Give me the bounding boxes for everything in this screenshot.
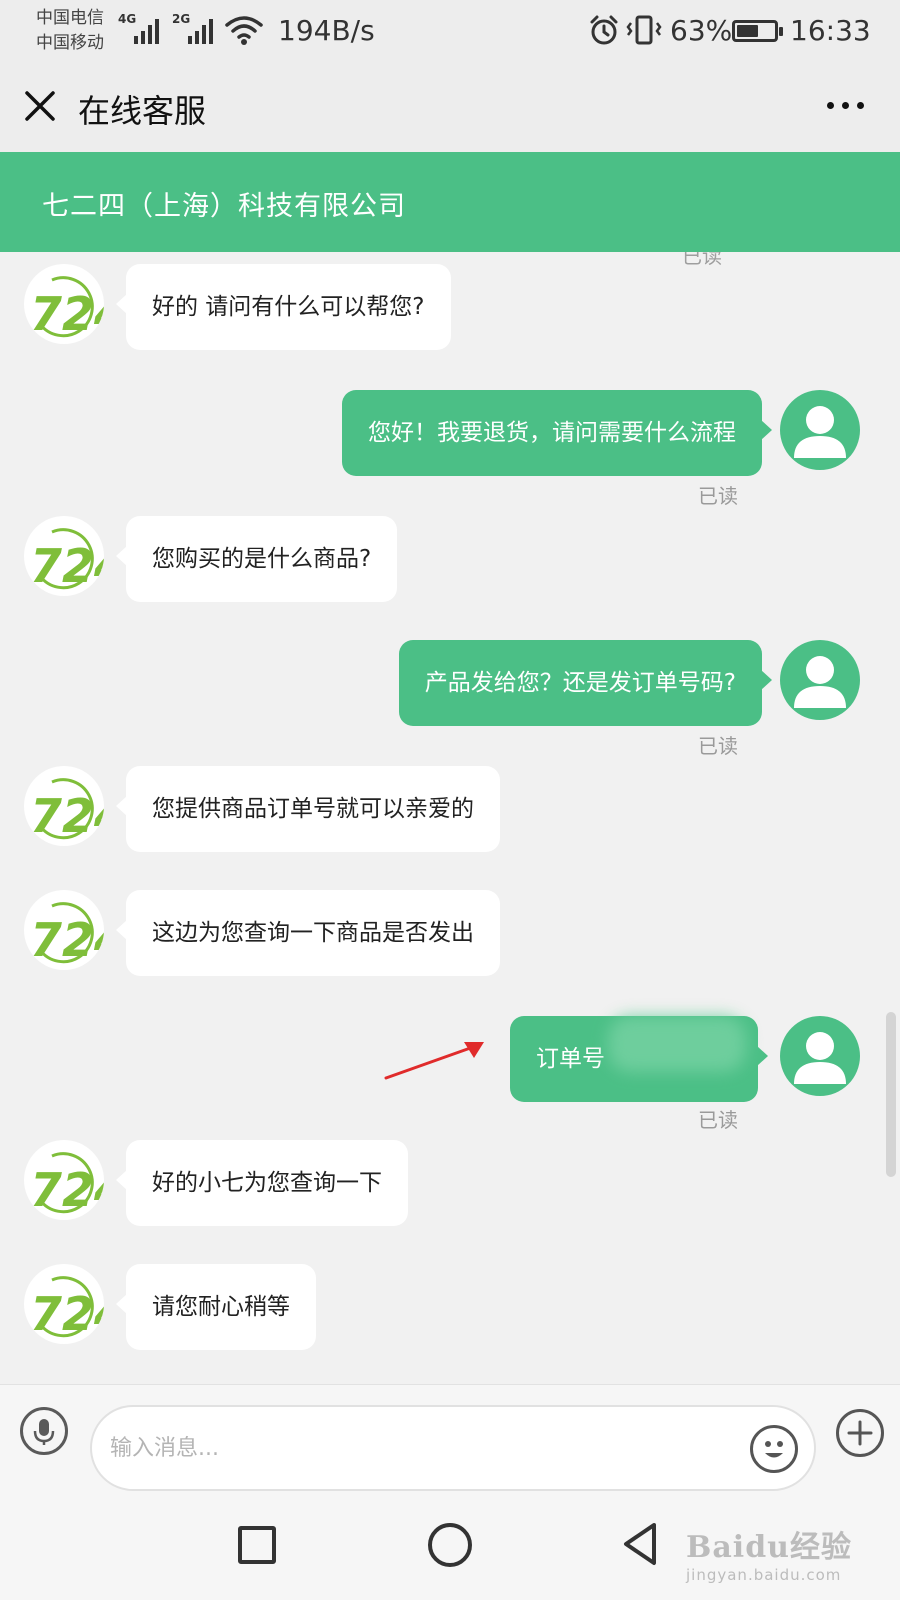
chat-message-outgoing: 您好！我要退货，请问需要什么流程 [342, 390, 772, 476]
plus-button[interactable] [836, 1409, 884, 1457]
watermark-url: jingyan.baidu.com [686, 1566, 842, 1584]
user-avatar-icon [794, 406, 846, 458]
back-icon[interactable] [620, 1520, 660, 1568]
chat-message-outgoing: 产品发给您？还是发订单号码? [398, 640, 773, 726]
alarm-icon [590, 15, 618, 45]
svg-text:724: 724 [30, 789, 104, 843]
svg-text:724: 724 [30, 1287, 104, 1341]
home-icon[interactable] [428, 1523, 472, 1567]
network-speed: 194B/s [278, 14, 375, 47]
bot-avatar[interactable]: 724 [24, 1264, 104, 1344]
user-avatar-icon [794, 1032, 846, 1084]
chat-message-incoming: 请您耐心稍等 [116, 1264, 316, 1350]
signal-icon [134, 18, 159, 44]
wifi-icon [225, 16, 263, 45]
annotation-arrow-icon [384, 1042, 484, 1080]
company-logo-icon: 724 [26, 1266, 104, 1342]
vibrate-icon [626, 15, 662, 45]
chat-message-incoming: 好的小七为您查询一下 [116, 1140, 408, 1226]
battery-fill [737, 25, 758, 37]
company-logo-icon: 724 [26, 768, 104, 844]
scrollbar[interactable] [886, 1012, 896, 1177]
message-input-box[interactable] [90, 1405, 816, 1491]
company-logo-icon: 724 [26, 518, 104, 594]
clock: 16:33 [790, 14, 871, 47]
watermark: Baidu经验 jingyan.baidu.com [686, 1522, 852, 1584]
user-avatar[interactable] [780, 640, 860, 720]
input-bar [0, 1384, 900, 1492]
redaction-blur [608, 1016, 746, 1072]
microphone-icon [33, 1419, 55, 1445]
emoji-button[interactable] [750, 1425, 798, 1473]
company-name: 七二四（上海）科技有限公司 [42, 191, 406, 222]
bot-avatar[interactable]: 724 [24, 1140, 104, 1220]
page-title: 在线客服 [78, 92, 207, 130]
read-status-partial: 已读 [682, 252, 722, 268]
chat-message-incoming: 好的 请问有什么可以帮您? [116, 264, 451, 350]
title-bar: 在线客服 [0, 64, 900, 152]
bot-avatar[interactable]: 724 [24, 766, 104, 846]
recent-apps-icon[interactable] [238, 1526, 276, 1564]
message-input[interactable] [110, 1425, 730, 1471]
chat-message-incoming: 您提供商品订单号就可以亲爱的 [116, 766, 500, 852]
chat-message-incoming: 您购买的是什么商品? [115, 516, 398, 602]
svg-text:724: 724 [30, 913, 104, 967]
carrier-2: 中国移动 [36, 33, 104, 53]
status-bar: 中国电信 中国移动 4G 2G 194B/s 63% 16:33 [0, 0, 900, 64]
carrier-1: 中国电信 [36, 8, 104, 28]
user-avatar[interactable] [780, 1016, 860, 1096]
bot-avatar[interactable]: 724 [24, 516, 104, 596]
read-status: 已读 [698, 484, 738, 508]
bot-avatar[interactable]: 724 [24, 264, 104, 344]
battery-icon [732, 20, 783, 42]
svg-text:724: 724 [30, 1163, 104, 1217]
read-status: 已读 [698, 1108, 738, 1132]
user-avatar[interactable] [780, 390, 860, 470]
read-status: 已读 [698, 734, 738, 758]
company-logo-icon: 724 [26, 1142, 104, 1218]
carrier-info: 中国电信 中国移动 [36, 6, 104, 56]
bot-avatar[interactable]: 724 [24, 890, 104, 970]
navigation-bar: Baidu经验 jingyan.baidu.com [0, 1492, 900, 1600]
emoji-icon [765, 1441, 783, 1458]
watermark-logo: Baidu经验 [686, 1530, 852, 1565]
company-logo-icon: 724 [26, 892, 104, 968]
company-logo-icon: 724 [26, 266, 104, 342]
microphone-button[interactable] [20, 1407, 68, 1455]
svg-text:724: 724 [30, 539, 104, 593]
plus-icon [847, 1420, 873, 1446]
signal-icon-2 [188, 18, 213, 44]
user-avatar-icon [794, 656, 846, 708]
company-banner: 七二四（上海）科技有限公司 [0, 152, 900, 252]
more-icon[interactable] [827, 102, 864, 109]
close-icon[interactable] [22, 88, 58, 124]
chat-area[interactable]: 已读 724 好的 请问有什么可以帮您? 您好！我要退货，请问需要什么流程 已读… [0, 252, 900, 1384]
battery-percent: 63% [670, 14, 733, 47]
svg-text:724: 724 [30, 287, 104, 341]
chat-message-incoming: 这边为您查询一下商品是否发出 [116, 890, 500, 976]
